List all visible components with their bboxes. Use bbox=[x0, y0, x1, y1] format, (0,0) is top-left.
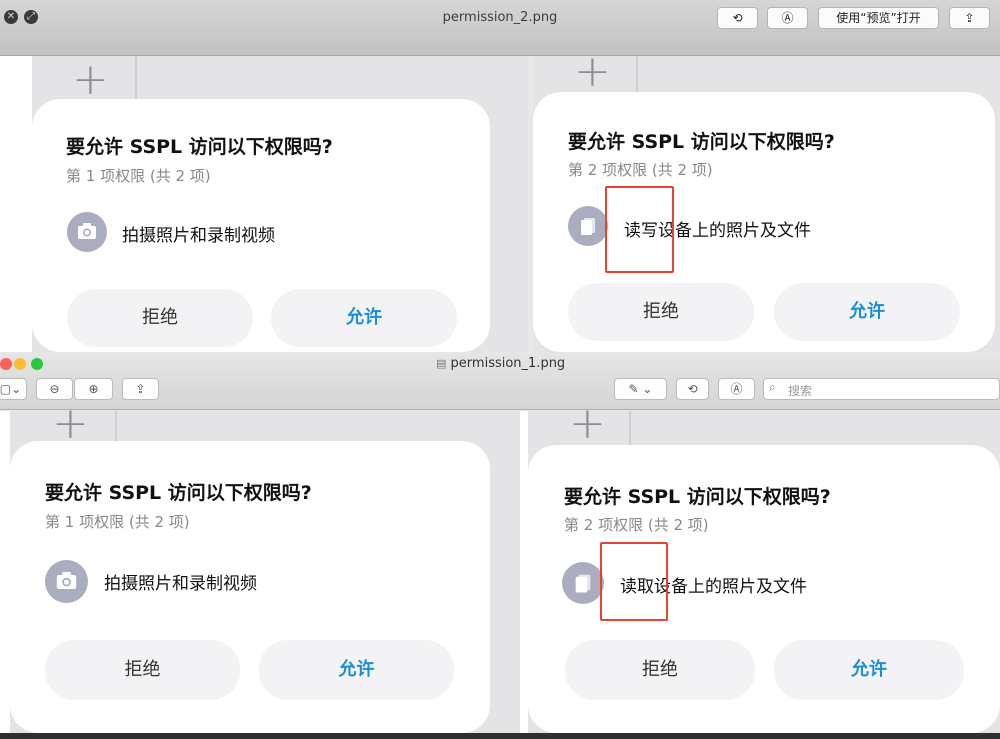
sidebar-button[interactable]: ▢⌄ bbox=[0, 378, 27, 400]
markup-button[interactable]: Ⓐ bbox=[718, 378, 755, 400]
permission-dialog: 要允许 SSPL 访问以下权限吗? 第 2 项权限 (共 2 项) 读取设备上的… bbox=[528, 445, 1000, 733]
open-with-preview-button[interactable]: 使用“预览”打开 bbox=[818, 7, 939, 29]
dialog-title: 要允许 SSPL 访问以下权限吗? bbox=[45, 482, 312, 504]
highlight-box bbox=[600, 542, 668, 621]
markup-icon: Ⓐ bbox=[730, 382, 743, 396]
dialog-subtitle: 第 1 项权限 (共 2 项) bbox=[45, 513, 190, 531]
permission-dialog: 要允许 SSPL 访问以下权限吗? 第 1 项权限 (共 2 项) 拍摄照片和录… bbox=[32, 99, 490, 352]
deny-button[interactable]: 拒绝 bbox=[67, 289, 253, 347]
zoom-in-icon: ⊕ bbox=[88, 382, 99, 396]
share-button[interactable]: ⇪ bbox=[949, 7, 990, 29]
allow-button[interactable]: 允许 bbox=[774, 640, 964, 700]
markup-icon: Ⓐ bbox=[781, 11, 794, 25]
highlight-box bbox=[605, 186, 674, 273]
plus-icon: + bbox=[52, 398, 89, 449]
search-icon: ⌕ bbox=[769, 380, 776, 394]
share-button[interactable]: ⇪ bbox=[122, 378, 159, 400]
permission-dialog: 要允许 SSPL 访问以下权限吗? 第 1 项权限 (共 2 项) 拍摄照片和录… bbox=[10, 441, 490, 733]
markup-pen-button[interactable]: ✎ ⌄ bbox=[614, 378, 667, 400]
dialog-title: 要允许 SSPL 访问以下权限吗? bbox=[66, 136, 333, 158]
preview-window-toolbar: ▤ permission_1.png ▢⌄ ⊖ ⊕ ⇪ ✎ ⌄ ⟲ Ⓐ ⌕ 搜索 bbox=[0, 352, 1000, 410]
camera-icon bbox=[45, 560, 88, 603]
permission-text: 拍摄照片和录制视频 bbox=[104, 574, 257, 594]
preview-file-name: permission_1.png bbox=[450, 356, 566, 371]
grid-divider bbox=[636, 56, 638, 96]
deny-button[interactable]: 拒绝 bbox=[45, 640, 240, 700]
allow-button[interactable]: 允许 bbox=[774, 283, 960, 341]
allow-button[interactable]: 允许 bbox=[259, 640, 454, 700]
deny-button[interactable]: 拒绝 bbox=[568, 283, 754, 341]
plus-icon: + bbox=[569, 398, 606, 449]
files-icon bbox=[562, 562, 604, 604]
grid-divider bbox=[629, 411, 631, 446]
share-icon: ⇪ bbox=[135, 382, 146, 396]
dialog-subtitle: 第 2 项权限 (共 2 项) bbox=[564, 516, 709, 534]
zoom-out-button[interactable]: ⊖ bbox=[36, 378, 73, 400]
rotate-icon: ⟲ bbox=[687, 382, 698, 396]
deny-button[interactable]: 拒绝 bbox=[565, 640, 755, 700]
zoom-in-button[interactable]: ⊕ bbox=[74, 378, 113, 400]
dialog-subtitle: 第 2 项权限 (共 2 项) bbox=[568, 161, 713, 179]
permission-text: 拍摄照片和录制视频 bbox=[122, 226, 275, 246]
preview-title: ▤ permission_1.png bbox=[436, 356, 565, 371]
dialog-title: 要允许 SSPL 访问以下权限吗? bbox=[568, 131, 835, 153]
window-bottom-edge bbox=[0, 733, 1000, 739]
plus-icon: + bbox=[72, 54, 109, 105]
dialog-subtitle: 第 1 项权限 (共 2 项) bbox=[66, 167, 211, 185]
window-zoom-icon[interactable] bbox=[31, 358, 43, 370]
rotate-button[interactable]: ⟲ bbox=[717, 7, 758, 29]
files-icon bbox=[568, 206, 608, 246]
sidebar-icon: ▢⌄ bbox=[0, 382, 22, 396]
quicklook-toolbar: ✕ ⤢ permission_2.png ⟲ Ⓐ 使用“预览”打开 ⇪ bbox=[0, 0, 1000, 56]
permission-dialog: 要允许 SSPL 访问以下权限吗? 第 2 项权限 (共 2 项) 读写设备上的… bbox=[533, 92, 995, 352]
zoom-out-icon: ⊖ bbox=[49, 382, 60, 396]
document-icon: ▤ bbox=[436, 357, 447, 370]
plus-icon: + bbox=[574, 46, 611, 97]
rotate-button[interactable]: ⟲ bbox=[676, 378, 709, 400]
markup-button[interactable]: Ⓐ bbox=[767, 7, 808, 29]
pen-icon: ✎ ⌄ bbox=[628, 382, 653, 396]
window-close-icon[interactable] bbox=[0, 358, 12, 370]
window-minimize-icon[interactable] bbox=[14, 358, 26, 370]
camera-icon bbox=[67, 212, 107, 252]
share-icon: ⇪ bbox=[964, 11, 975, 25]
rotate-icon: ⟲ bbox=[732, 11, 743, 25]
search-input[interactable]: 搜索 bbox=[788, 382, 812, 399]
allow-button[interactable]: 允许 bbox=[271, 289, 457, 347]
dialog-title: 要允许 SSPL 访问以下权限吗? bbox=[564, 486, 831, 508]
search-field[interactable]: ⌕ 搜索 bbox=[763, 378, 1000, 400]
